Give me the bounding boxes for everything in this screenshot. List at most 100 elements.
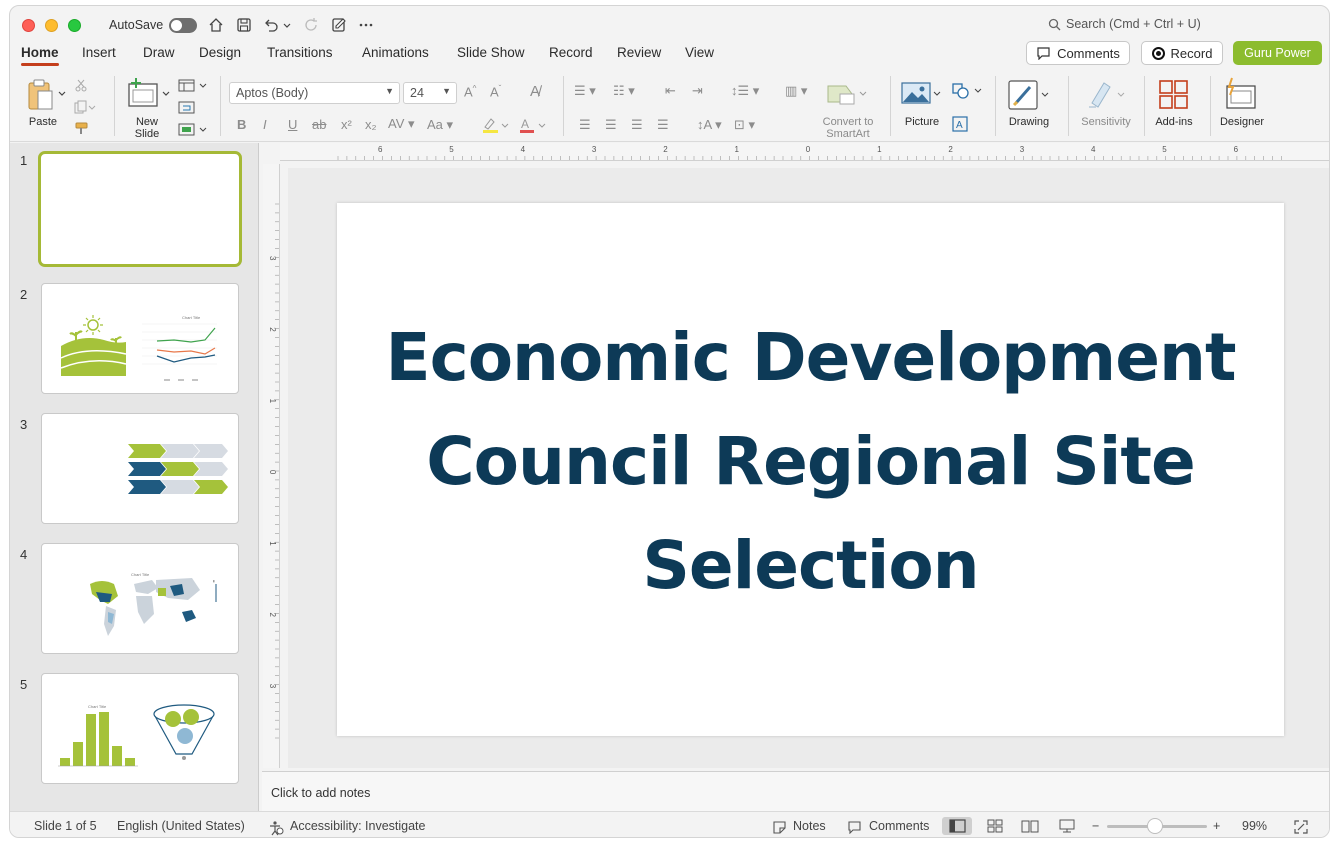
- accessibility-icon[interactable]: [268, 820, 284, 836]
- bold-icon[interactable]: B: [237, 117, 246, 132]
- justify-icon[interactable]: ☰: [657, 117, 669, 133]
- decrease-indent-icon[interactable]: ⇤: [665, 83, 676, 99]
- paste-dropdown-chevron-icon[interactable]: [58, 90, 66, 98]
- redo-icon[interactable]: [302, 16, 320, 34]
- align-left-icon[interactable]: ☰: [579, 117, 591, 133]
- search-box[interactable]: Search (Cmd + Ctrl + U): [1048, 17, 1201, 31]
- notes-icon[interactable]: [772, 820, 787, 834]
- tab-slide-show[interactable]: Slide Show: [457, 45, 525, 60]
- ruler-tick-label: 6: [378, 145, 383, 154]
- search-placeholder: Search (Cmd + Ctrl + U): [1066, 17, 1201, 31]
- slide-thumbnail-5[interactable]: Chart Title: [41, 673, 239, 784]
- tab-review[interactable]: Review: [617, 45, 661, 60]
- slide-title-placeholder[interactable]: Economic Development Council Regional Si…: [371, 306, 1251, 618]
- font-color-icon[interactable]: A: [518, 116, 546, 134]
- underline-icon[interactable]: U: [288, 117, 297, 132]
- tab-home[interactable]: Home: [21, 45, 59, 66]
- home-icon[interactable]: [207, 16, 225, 34]
- tab-design[interactable]: Design: [199, 45, 241, 60]
- comments-status-button[interactable]: Comments: [869, 819, 929, 833]
- font-name-select[interactable]: Aptos (Body) ▼: [229, 82, 400, 104]
- current-slide[interactable]: Economic Development Council Regional Si…: [337, 203, 1284, 736]
- paste-icon[interactable]: [26, 78, 56, 112]
- close-window-button[interactable]: [22, 19, 35, 32]
- zoom-out-button[interactable]: −: [1092, 819, 1099, 833]
- tab-insert[interactable]: Insert: [82, 45, 116, 60]
- sensitivity-icon[interactable]: [1084, 79, 1126, 111]
- zoom-slider-handle[interactable]: [1147, 818, 1163, 834]
- shapes-icon[interactable]: [951, 82, 983, 100]
- subscript-icon[interactable]: x₂: [365, 117, 377, 132]
- fit-to-window-icon[interactable]: [1293, 819, 1309, 835]
- notes-button[interactable]: Notes: [793, 819, 826, 833]
- guru-power-button[interactable]: Guru Power: [1233, 41, 1322, 65]
- superscript-icon[interactable]: x²: [341, 117, 352, 132]
- quick-print-icon[interactable]: [330, 16, 348, 34]
- new-slide-icon[interactable]: [127, 78, 161, 108]
- tab-animations[interactable]: Animations: [362, 45, 429, 60]
- autosave-toggle[interactable]: [169, 18, 197, 33]
- increase-font-size-icon[interactable]: A^: [464, 84, 476, 99]
- convert-to-smartart-icon[interactable]: [826, 82, 868, 108]
- save-icon[interactable]: [235, 16, 253, 34]
- tab-record[interactable]: Record: [549, 45, 593, 60]
- change-case-icon[interactable]: Aa ▾: [427, 117, 453, 133]
- slide-thumbnail-3[interactable]: [41, 413, 239, 524]
- slide-thumbnail-panel[interactable]: 1 2 Chart Title 3 4 Chart Title ▮ 5 Char…: [10, 143, 259, 811]
- reading-view-button[interactable]: [1015, 817, 1045, 835]
- zoom-in-button[interactable]: +: [1213, 819, 1220, 833]
- slide-show-view-button[interactable]: [1052, 817, 1082, 835]
- font-size-select[interactable]: 24 ▼: [403, 82, 457, 104]
- align-right-icon[interactable]: ☰: [631, 117, 643, 133]
- strikethrough-icon[interactable]: ab: [312, 117, 326, 132]
- text-direction-icon[interactable]: ↕A ▾: [697, 117, 722, 133]
- highlight-color-icon[interactable]: [481, 116, 509, 134]
- slide-sorter-view-button[interactable]: [980, 817, 1010, 835]
- drawing-icon[interactable]: [1008, 79, 1050, 111]
- notes-pane[interactable]: Click to add notes: [262, 771, 1329, 811]
- tab-draw[interactable]: Draw: [143, 45, 175, 60]
- undo-dropdown-chevron-icon[interactable]: [282, 16, 292, 34]
- layout-icon[interactable]: [178, 79, 208, 93]
- bullets-icon[interactable]: ☰ ▾: [574, 83, 596, 99]
- undo-icon[interactable]: [262, 16, 280, 34]
- comment-icon: [1037, 47, 1050, 60]
- minimize-window-button[interactable]: [45, 19, 58, 32]
- decrease-font-size-icon[interactable]: Aˇ: [490, 84, 501, 99]
- format-painter-icon[interactable]: [74, 122, 90, 136]
- slide-thumbnail-4[interactable]: Chart Title ▮: [41, 543, 239, 654]
- align-center-icon[interactable]: ☰: [605, 117, 617, 133]
- vertical-ruler[interactable]: 3210123: [263, 164, 280, 768]
- new-slide-dropdown-chevron-icon[interactable]: [162, 90, 170, 98]
- zoom-window-button[interactable]: [68, 19, 81, 32]
- slide-thumbnail-1[interactable]: [38, 151, 242, 267]
- comments-button[interactable]: Comments: [1026, 41, 1130, 65]
- designer-icon[interactable]: [1223, 77, 1259, 111]
- tab-view[interactable]: View: [685, 45, 714, 60]
- character-spacing-icon[interactable]: AV ▾: [388, 116, 415, 132]
- clear-formatting-icon[interactable]: A̸: [530, 83, 540, 100]
- zoom-percentage[interactable]: 99%: [1242, 819, 1267, 833]
- columns-icon[interactable]: ▥ ▾: [785, 83, 807, 99]
- horizontal-ruler[interactable]: 6 5 4 3 2 1 0 1 2 3 4 5 6: [280, 143, 1329, 161]
- text-box-icon[interactable]: A: [951, 116, 969, 132]
- comment-icon[interactable]: [847, 820, 862, 834]
- numbering-icon[interactable]: ☷ ▾: [613, 83, 635, 99]
- copy-icon[interactable]: [74, 100, 96, 114]
- increase-indent-icon[interactable]: ⇥: [692, 83, 703, 99]
- align-text-icon[interactable]: ⊡ ▾: [734, 117, 755, 133]
- section-icon[interactable]: [178, 123, 208, 137]
- italic-icon[interactable]: I: [263, 117, 267, 132]
- cut-icon[interactable]: [74, 78, 88, 92]
- accessibility-status[interactable]: Accessibility: Investigate: [290, 819, 425, 833]
- normal-view-button[interactable]: [942, 817, 972, 835]
- line-spacing-icon[interactable]: ↕☰ ▾: [731, 83, 759, 99]
- record-button[interactable]: Record: [1141, 41, 1223, 65]
- reset-slide-icon[interactable]: [178, 101, 196, 115]
- picture-icon[interactable]: [901, 82, 941, 106]
- more-options-icon[interactable]: [357, 16, 375, 34]
- language-status[interactable]: English (United States): [117, 819, 245, 833]
- slide-thumbnail-2[interactable]: Chart Title: [41, 283, 239, 394]
- tab-transitions[interactable]: Transitions: [267, 45, 333, 60]
- add-ins-icon[interactable]: [1158, 79, 1190, 111]
